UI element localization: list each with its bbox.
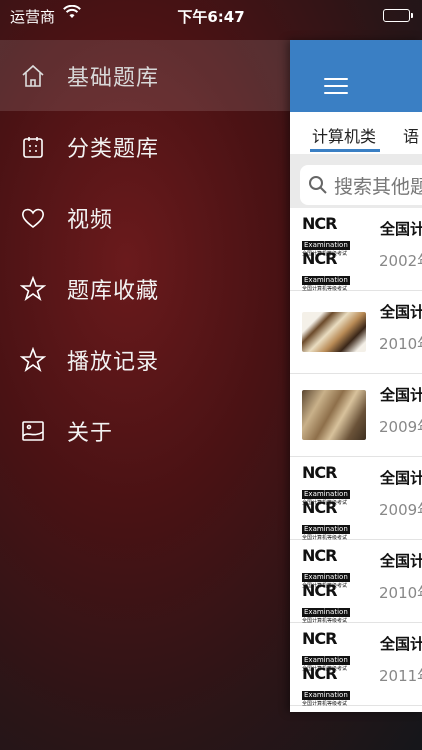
item-title: 全国计: [380, 220, 422, 238]
exam-list: NCR Examination 全国计算机等级考试 NCR Examination 全国…: [290, 208, 422, 707]
side-menu: 基础题库 分类题库 视频 题库收藏 播放记录 关于: [0, 40, 290, 466]
menu-item-label: 视频: [67, 207, 114, 233]
status-bar: 运营商 下午6:47: [0, 0, 422, 30]
home-icon: [20, 63, 46, 89]
menu-item-label: 播放记录: [67, 349, 160, 375]
menu-item-label: 基础题库: [67, 65, 160, 91]
star-icon: [20, 346, 46, 373]
search-input[interactable]: 搜索其他题: [300, 165, 422, 205]
list-item[interactable]: NCR Examination 全国计算机等级考试 NCR Examination 全国…: [290, 457, 422, 541]
menu-item-basic-bank[interactable]: 基础题库: [0, 40, 290, 111]
item-year: 2009年: [379, 418, 422, 436]
ncre-logo-thumb: NCR Examination 全国计算机等级考试 NCR Examination 全国…: [302, 629, 350, 707]
nav-bar: [290, 40, 422, 112]
list-item[interactable]: 全国计 2010年: [290, 291, 422, 374]
item-title: 全国计: [380, 386, 422, 404]
search-bar: 搜索其他题: [290, 154, 422, 208]
item-year: 2010年: [379, 584, 422, 602]
item-year: 2011年: [379, 667, 422, 685]
list-item[interactable]: NCR Examination 全国计算机等级考试 NCR Examination 全国…: [290, 208, 422, 292]
clock: 下午6:47: [177, 8, 245, 26]
item-title: 全国计: [380, 303, 422, 321]
battery-icon: [383, 9, 413, 22]
search-placeholder: 搜索其他题: [334, 175, 422, 198]
menu-item-video[interactable]: 视频: [0, 182, 290, 253]
list-item[interactable]: 全国计 2009年: [290, 374, 422, 457]
menu-item-label: 题库收藏: [67, 278, 160, 304]
heart-icon: [20, 205, 46, 231]
menu-item-category-bank[interactable]: 分类题库: [0, 111, 290, 182]
book-photo-thumb: [302, 299, 366, 365]
item-title: 全国计: [380, 635, 422, 653]
old-book-photo-thumb: [302, 382, 366, 448]
category-tabs: 计算机类 语: [290, 112, 422, 154]
menu-item-label: 分类题库: [67, 136, 160, 162]
image-icon: [20, 418, 46, 444]
item-title: 全国计: [380, 552, 422, 570]
tab-computer[interactable]: 计算机类: [312, 123, 376, 147]
ncre-logo-thumb: NCR Examination 全国计算机等级考试 NCR Examination 全国…: [302, 214, 350, 292]
item-year: 2010年: [379, 335, 422, 353]
ncre-logo-thumb: NCR Examination 全国计算机等级考试 NCR Examination 全国…: [302, 546, 350, 624]
hamburger-menu-icon[interactable]: [324, 78, 348, 96]
item-year: 2002年: [379, 252, 422, 270]
menu-item-favorites[interactable]: 题库收藏: [0, 253, 290, 324]
item-year: 2009年: [379, 501, 422, 519]
list-item[interactable]: NCR Examination 全国计算机等级考试 NCR Examination 全国…: [290, 623, 422, 707]
menu-item-play-history[interactable]: 播放记录: [0, 324, 290, 395]
calendar-icon: [20, 134, 46, 160]
menu-item-about[interactable]: 关于: [0, 395, 290, 466]
ncre-logo-thumb: NCR Examination 全国计算机等级考试 NCR Examination 全国…: [302, 463, 350, 541]
star-icon: [20, 275, 46, 302]
main-panel[interactable]: 计算机类 语 搜索其他题 NCR Examination 全国计算机等级考试 NCR…: [290, 40, 422, 712]
tab-language[interactable]: 语: [403, 123, 419, 147]
tab-indicator: [310, 149, 380, 152]
list-item[interactable]: NCR Examination 全国计算机等级考试 NCR Examination 全国…: [290, 540, 422, 624]
menu-item-label: 关于: [67, 420, 114, 446]
item-title: 全国计: [380, 469, 422, 487]
search-icon: [309, 176, 327, 194]
